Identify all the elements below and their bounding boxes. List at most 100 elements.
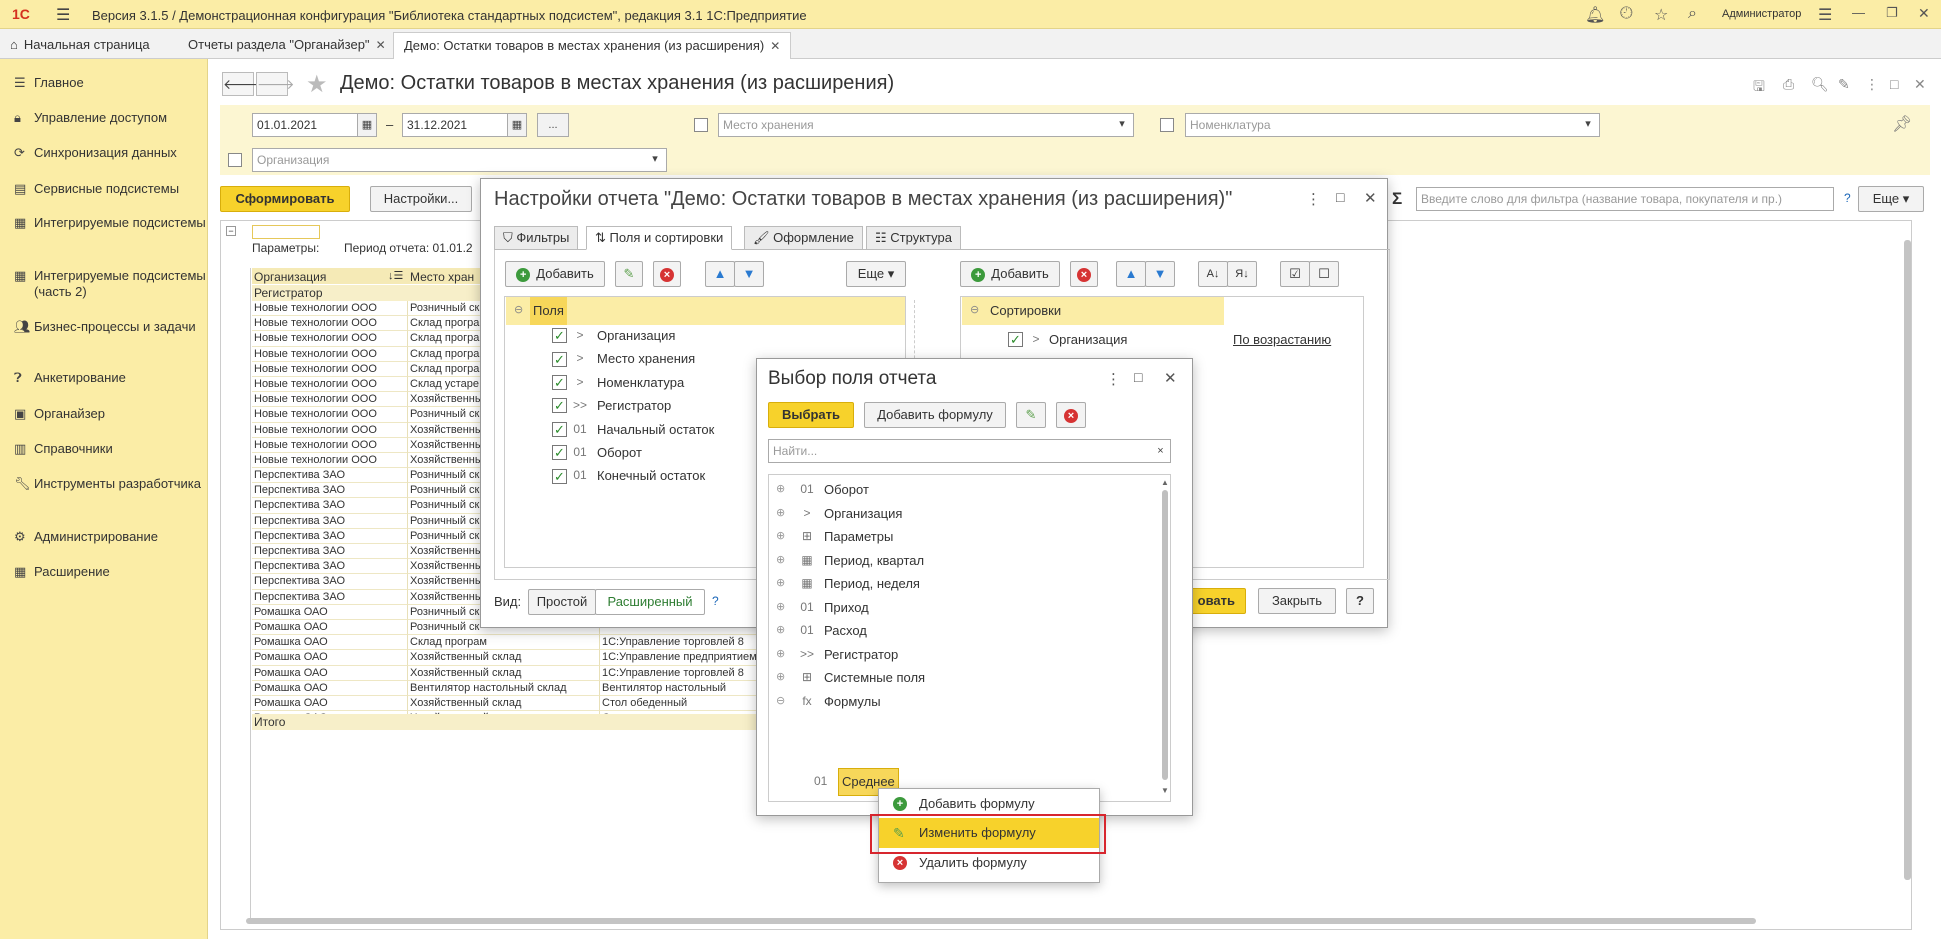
close-form-icon[interactable]: ✕	[1914, 76, 1926, 93]
calendar-icon[interactable]: ▦	[507, 113, 527, 137]
print-icon[interactable]: ⎙	[1783, 76, 1794, 93]
organization-filter-checkbox[interactable]	[228, 153, 242, 167]
maximize-icon[interactable]: □	[1336, 189, 1344, 205]
tab-fields-sorting[interactable]: ⇅ Поля и сортировки	[586, 226, 733, 250]
field-row[interactable]: ✓ > Номенклатура	[552, 371, 714, 394]
scroll-up-icon[interactable]: ▲	[1161, 478, 1169, 487]
sort-checkbox[interactable]: ✓	[1008, 332, 1023, 347]
sidebar-item-integration-2[interactable]: ▦ Интегрируемые подсистемы (часть 2)	[14, 268, 206, 300]
collapse-icon[interactable]: ⊖	[514, 303, 523, 316]
move-up-icon[interactable]: ▲	[705, 261, 735, 287]
sidebar-item-business-processes[interactable]: 👥︎ Бизнес-процессы и задачи	[14, 319, 206, 335]
menu-item-edit-formula[interactable]: ✎ Изменить формулу	[879, 818, 1099, 848]
expand-icon[interactable]: ⊕	[776, 666, 794, 690]
scroll-down-icon[interactable]: ▼	[1161, 786, 1169, 795]
back-button[interactable]: 🡐	[222, 72, 261, 96]
history-icon[interactable]: 🕘︎	[1620, 5, 1633, 23]
view-extended-button[interactable]: Расширенный	[595, 589, 705, 615]
settings-button[interactable]: Настройки...	[370, 186, 472, 212]
tab-organizer-reports[interactable]: Отчеты раздела "Органайзер" ✕	[178, 32, 396, 59]
sidebar-item-services[interactable]: ▤ Сервисные подсистемы	[14, 181, 206, 197]
more-vertical-icon[interactable]: ⋮	[1106, 370, 1121, 388]
sort-ascending-icon[interactable]: A↓	[1198, 261, 1228, 287]
nomenclature-field[interactable]: Номенклатура	[1185, 113, 1600, 137]
field-checkbox[interactable]: ✓	[552, 328, 567, 344]
field-row[interactable]: ✓ > Место хранения	[552, 347, 714, 370]
close-dialog-icon[interactable]: ✕	[1364, 189, 1377, 207]
close-window-icon[interactable]: ✕	[1918, 5, 1930, 22]
table-row[interactable]: Ромашка ОАО Хозяйственный склад 1С:Управле…	[252, 650, 820, 666]
chevron-down-icon[interactable]: ▾	[643, 148, 667, 172]
field-list-item[interactable]: ⊕ ⊞ Системные поля	[776, 666, 925, 690]
sort-root[interactable]: Сортировки	[990, 297, 1061, 325]
sidebar-item-integration[interactable]: ▦ Интегрируемые подсистемы	[14, 215, 206, 231]
edit-icon[interactable]: ✎	[1838, 76, 1850, 93]
field-tree-scrollbar[interactable]	[1162, 490, 1168, 780]
main-menu-icon[interactable]: ☰	[56, 5, 70, 25]
generate-button[interactable]: Сформировать	[220, 186, 350, 212]
expand-icon[interactable]: ⊕	[776, 619, 794, 643]
fields-root[interactable]: Поля	[530, 297, 567, 325]
horizontal-scrollbar[interactable]	[246, 918, 1756, 924]
sort-descending-icon[interactable]: Я↓	[1227, 261, 1257, 287]
maximize-icon[interactable]: □	[1890, 76, 1898, 92]
menu-item-delete-formula[interactable]: × Удалить формулу	[879, 848, 1099, 878]
field-row[interactable]: ✓ > Организация	[552, 324, 714, 347]
sidebar-item-organizer[interactable]: ▣ Органайзер	[14, 406, 206, 422]
fields-more-button[interactable]: Еще ▾	[846, 261, 906, 287]
settings-help-button[interactable]: ?	[1346, 588, 1374, 614]
expand-icon[interactable]: ⊕	[776, 549, 794, 573]
field-list-item[interactable]: ⊕ >> Регистратор	[776, 643, 925, 667]
field-checkbox[interactable]: ✓	[552, 468, 567, 484]
user-name[interactable]: Администратор	[1722, 8, 1801, 20]
sidebar-item-access[interactable]: 🔒︎ Управление доступом	[14, 110, 206, 126]
select-button[interactable]: Выбрать	[768, 402, 854, 428]
maximize-icon[interactable]: □	[1134, 369, 1142, 385]
sidebar-item-sync[interactable]: ⟳ Синхронизация данных	[14, 145, 206, 161]
pin-icon[interactable]: 📌︎	[1892, 114, 1912, 134]
view-simple-button[interactable]: Простой	[528, 589, 596, 615]
table-row[interactable]: Ромашка ОАО Вентилятор настольный склад Ве…	[252, 680, 820, 696]
more-button[interactable]: Еще ▾	[1858, 186, 1924, 212]
field-list-item[interactable]: ⊕ 01 Оборот	[776, 478, 925, 502]
sidebar-item-catalogs[interactable]: ▥ Справочники	[14, 441, 206, 457]
edit-pencil-icon[interactable]: ✎	[1016, 402, 1046, 428]
vertical-scrollbar[interactable]	[1904, 240, 1911, 880]
field-checkbox[interactable]: ✓	[552, 398, 567, 414]
help-link[interactable]: ?	[1844, 191, 1851, 205]
move-up-icon[interactable]: ▲	[1116, 261, 1146, 287]
tab-demo-report[interactable]: Демо: Остатки товаров в местах хранения …	[393, 32, 792, 59]
search-icon[interactable]: ⌕	[1688, 5, 1697, 23]
restore-icon[interactable]: ❐	[1886, 5, 1898, 21]
field-row[interactable]: ✓ 01 Начальный остаток	[552, 418, 714, 441]
tab-filters[interactable]: ⛉ Фильтры	[494, 226, 579, 250]
field-list-item[interactable]: ⊕ 01 Приход	[776, 596, 925, 620]
edit-pencil-icon[interactable]: ✎	[615, 261, 643, 287]
minimize-icon[interactable]: —	[1852, 5, 1865, 20]
expand-icon[interactable]: ⊕	[776, 596, 794, 620]
add-field-button[interactable]: + Добавить	[505, 261, 605, 287]
field-list-item[interactable]: ⊕ ⊞ Параметры	[776, 525, 925, 549]
sidebar-item-main[interactable]: ☰ Главное	[14, 75, 206, 91]
delete-button[interactable]: ×	[653, 261, 681, 287]
tab-structure[interactable]: ☷ Структура	[866, 226, 961, 250]
date-from-field[interactable]: 01.01.2021	[252, 113, 358, 137]
field-row[interactable]: ✓ >> Регистратор	[552, 394, 714, 417]
sidebar-item-extension[interactable]: ▦ Расширение	[14, 564, 206, 580]
uncheck-all-icon[interactable]: ☐	[1309, 261, 1339, 287]
sort-arrow-icon[interactable]: ↓☰	[388, 269, 403, 282]
sidebar-item-administration[interactable]: ⚙ Администрирование	[14, 529, 206, 545]
sort-row[interactable]: ✓ > Организация	[1008, 325, 1127, 354]
delete-button[interactable]: ×	[1056, 402, 1086, 428]
field-list-item[interactable]: ⊕ 01 Расход	[776, 619, 925, 643]
field-list-item[interactable]: ⊖ fx Формулы	[776, 690, 925, 714]
delete-sort-button[interactable]: ×	[1070, 261, 1098, 287]
check-all-icon[interactable]: ☑	[1280, 261, 1310, 287]
field-list-item[interactable]: ⊕ ▦ Период, неделя	[776, 572, 925, 596]
close-dialog-icon[interactable]: ✕	[1164, 369, 1177, 387]
dialog-help-link[interactable]: ?	[712, 594, 719, 608]
tab-home[interactable]: ⌂ Начальная страница	[0, 32, 160, 59]
field-checkbox[interactable]: ✓	[552, 374, 567, 390]
preview-icon[interactable]: 🔍︎	[1811, 76, 1829, 93]
period-select-button[interactable]: ...	[537, 113, 569, 137]
